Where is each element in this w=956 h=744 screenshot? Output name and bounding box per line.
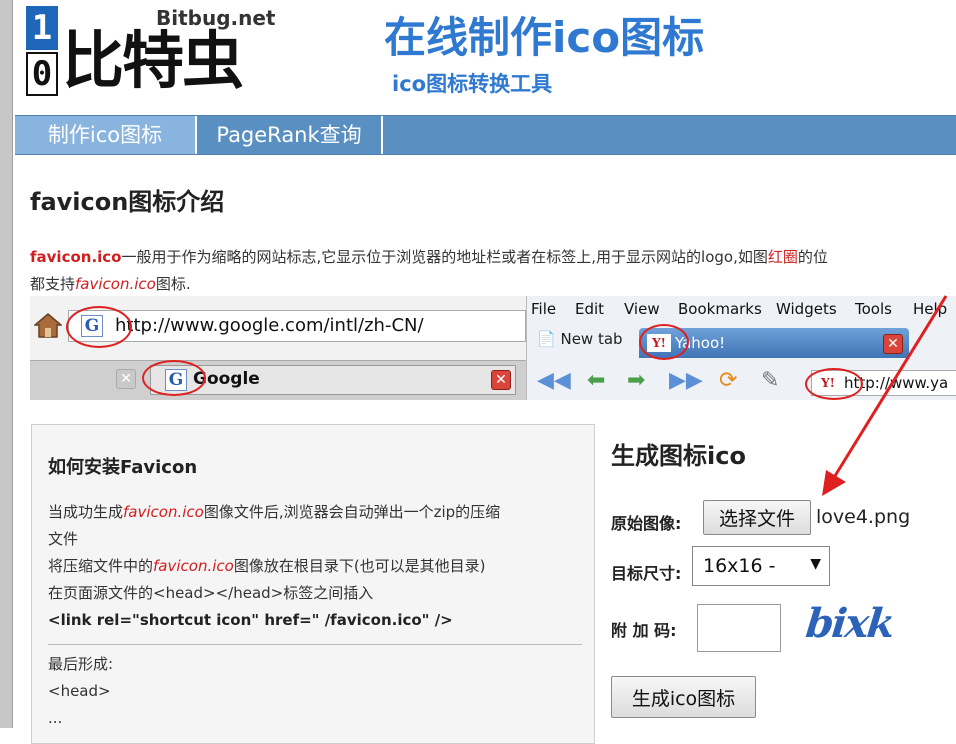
browser-menu-bar: File Edit View Bookmarks Widgets Tools H… — [527, 296, 956, 322]
inactive-close-icon: ✕ — [116, 369, 136, 389]
logo-digit-one: 1 — [26, 6, 58, 50]
reload-icon: ⟳ — [719, 368, 738, 393]
target-size-value: 16x16 - — [703, 555, 776, 577]
intro-text-tail: 的位 — [797, 248, 828, 266]
forward-double-icon: ▶▶ — [669, 368, 703, 393]
intro-red-word: 红圈 — [767, 248, 798, 266]
menu-view: View — [624, 300, 660, 318]
yahoo-browser-example: File Edit View Bookmarks Widgets Tools H… — [527, 296, 956, 400]
intro-line2-italic: favicon.ico — [75, 275, 156, 293]
google-url: http://www.google.com/intl/zh-CN/ — [115, 315, 424, 336]
help-final-head: <head> — [48, 682, 111, 700]
new-tab-label: 📄 New tab — [537, 330, 623, 348]
help-line-1: 当成功生成favicon.ico图像文件后,浏览器会自动弹出一个zip的压缩 — [48, 503, 501, 521]
nav-tab-make-ico[interactable]: 制作ico图标 — [15, 116, 197, 154]
site-subtitle: ico图标转换工具 — [392, 72, 553, 96]
site-title: 在线制作ico图标 — [384, 13, 705, 62]
site-logo[interactable]: 1 0 Bitbug.net 比特虫 — [26, 6, 288, 96]
yahoo-toolbar: ◀◀ ⬅ ➡ ▶▶ ⟳ ✎ Y! http://www.ya — [527, 364, 956, 400]
intro-paragraph: favicon.ico一般用于作为缩略的网站标志,它显示位于浏览器的地址栏或者在… — [30, 244, 956, 298]
new-tab-icon: 📄 — [537, 330, 556, 348]
install-help-box: 如何安装Favicon 当成功生成favicon.ico图像文件后,浏览器会自动… — [31, 424, 595, 744]
edit-pencil-icon: ✎ — [761, 368, 780, 393]
google-tab-strip: ✕ G Google ✕ — [30, 360, 526, 400]
menu-bookmarks: Bookmarks — [678, 300, 762, 318]
intro-brand: favicon.ico — [30, 248, 122, 266]
menu-edit: Edit — [575, 300, 605, 318]
forward-arrow-icon: ➡ — [627, 368, 646, 393]
intro-line2-pre: 都支持 — [30, 275, 76, 293]
google-browser-example: G http://www.google.com/intl/zh-CN/ ✕ G … — [30, 296, 527, 400]
help-divider — [48, 644, 582, 645]
help-body: 当成功生成favicon.ico图像文件后,浏览器会自动弹出一个zip的压缩 文… — [48, 499, 582, 732]
favicon-example-image: G http://www.google.com/intl/zh-CN/ ✕ G … — [30, 296, 956, 400]
intro-text-main: 一般用于作为缩略的网站标志,它显示位于浏览器的地址栏或者在标签上,用于显示网站的… — [121, 248, 768, 266]
intro-title: favicon图标介绍 — [30, 188, 225, 216]
help-line-3: 在页面源文件的<head></head>标签之间插入 — [48, 584, 374, 602]
dropdown-arrow-icon: ▼ — [810, 556, 821, 572]
tab-close-icon: ✕ — [491, 370, 511, 390]
help-line-2: 将压缩文件中的favicon.ico图像放在根目录下(也可以是其他目录) — [48, 557, 486, 575]
red-circle-highlight — [805, 368, 863, 400]
red-circle-highlight — [639, 324, 689, 360]
extra-code-label: 附 加 码: — [611, 621, 677, 640]
target-size-label: 目标尺寸: — [611, 564, 682, 583]
selected-file-name: love4.png — [816, 506, 911, 528]
choose-file-button[interactable]: 选择文件 — [703, 500, 811, 535]
target-size-select[interactable]: 16x16 - ▼ — [692, 546, 830, 586]
help-line-1-wrap: 文件 — [48, 530, 79, 548]
source-image-label: 原始图像: — [611, 514, 682, 533]
menu-tools: Tools — [855, 300, 892, 318]
logo-name: 比特虫 — [62, 24, 244, 97]
google-address-bar: G http://www.google.com/intl/zh-CN/ — [68, 310, 526, 342]
yahoo-tab-strip: 📄 New tab Y! Yahoo! ✕ — [527, 324, 956, 360]
help-code-snippet: <link rel="shortcut icon" href=" /favico… — [48, 611, 453, 629]
home-icon — [34, 313, 62, 338]
left-window-edge — [0, 0, 13, 728]
yahoo-tab-close-icon: ✕ — [883, 334, 903, 354]
generator-title: 生成图标ico — [611, 442, 746, 470]
menu-widgets: Widgets — [776, 300, 837, 318]
generate-ico-button[interactable]: 生成ico图标 — [611, 676, 756, 718]
menu-file: File — [531, 300, 557, 318]
nav-tab-pagerank[interactable]: PageRank查询 — [197, 116, 383, 154]
logo-digit-zero: 0 — [26, 52, 58, 96]
back-arrow-icon: ⬅ — [587, 368, 606, 393]
main-nav: 制作ico图标 PageRank查询 — [15, 115, 956, 155]
menu-help: Help — [913, 300, 948, 318]
help-title: 如何安装Favicon — [48, 457, 198, 478]
red-circle-highlight — [66, 306, 132, 348]
intro-line2-post: 图标. — [155, 275, 191, 293]
captcha-image[interactable]: bixk — [804, 600, 896, 647]
help-final-label: 最后形成: — [48, 655, 114, 673]
back-double-icon: ◀◀ — [537, 368, 571, 393]
extra-code-input[interactable] — [697, 604, 781, 652]
red-circle-highlight — [142, 360, 206, 396]
